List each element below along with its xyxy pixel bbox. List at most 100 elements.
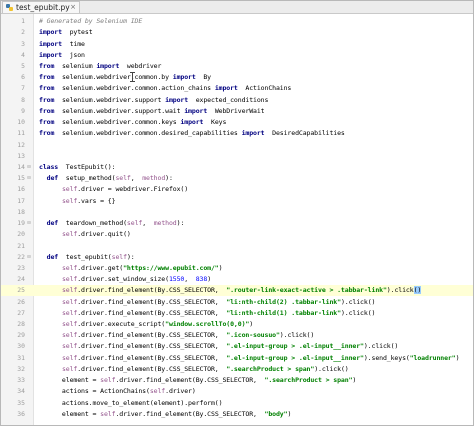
code-token: DesiredCapabilities — [264, 129, 345, 138]
code-line[interactable]: 30 self.driver.find_element(By.CSS_SELEC… — [1, 341, 473, 352]
code-text: from selenium.webdriver.common.by import… — [33, 73, 211, 81]
code-line[interactable]: 33 element = self.driver.find_element(By… — [1, 375, 473, 386]
code-editor[interactable]: 1 # Generated by Selenium IDE 2 import pyte… — [1, 14, 473, 425]
code-token: ).click() — [340, 297, 376, 306]
code-line[interactable]: 28 self.driver.execute_script("window.sc… — [1, 318, 473, 329]
line-number: 20 — [17, 230, 25, 239]
code-token: ).click() — [363, 342, 399, 351]
code-text: def test_epubit(self): — [33, 253, 135, 261]
line-number: 33 — [17, 376, 25, 385]
code-token: self — [61, 364, 78, 373]
fold-toggle-icon[interactable]: ⊟ — [25, 254, 33, 260]
code-line[interactable]: 17 self.vars = {} — [1, 195, 473, 206]
code-token: from — [39, 118, 55, 127]
code-line[interactable]: 32 self.driver.find_element(By.CSS_SELEC… — [1, 363, 473, 374]
code-line[interactable]: 6 from selenium.webdriver.common.by impor… — [1, 72, 473, 83]
code-token: self — [115, 174, 131, 183]
code-token: .driver = webdriver.Firefox() — [77, 185, 189, 194]
code-line[interactable]: 18 — [1, 206, 473, 217]
line-number: 14 — [17, 162, 25, 171]
code-line[interactable]: 3 import time — [1, 38, 473, 49]
code-line[interactable]: 19 ⊟ def teardown_method(self, method): — [1, 217, 473, 228]
code-token: ).click — [386, 286, 414, 295]
close-icon[interactable]: × — [70, 3, 76, 11]
code-token: from — [39, 129, 55, 138]
line-number: 6 — [21, 73, 25, 82]
code-line[interactable]: 22 ⊟ def test_epubit(self): — [1, 251, 473, 262]
line-number: 32 — [17, 364, 25, 373]
code-line[interactable]: 31 self.driver.find_element(By.CSS_SELEC… — [1, 352, 473, 363]
code-text: self.driver.find_element(By.CSS_SELECTOR… — [33, 297, 376, 306]
code-line[interactable]: 20 self.driver.quit() — [1, 229, 473, 240]
fold-toggle-icon[interactable]: ⊟ — [25, 164, 33, 170]
code-line[interactable]: 12 — [1, 139, 473, 150]
line-number: 5 — [21, 61, 25, 70]
code-line[interactable]: 11 from selenium.webdriver.common.desired… — [1, 128, 473, 139]
fold-toggle-icon[interactable]: ⊟ — [25, 175, 33, 181]
code-line[interactable]: 9 from selenium.webdriver.support.wait im… — [1, 105, 473, 116]
code-line[interactable]: 34 actions = ActionChains(self.driver) — [1, 386, 473, 397]
code-line[interactable]: 26 self.driver.find_element(By.CSS_SELEC… — [1, 296, 473, 307]
code-token: 1550 — [168, 275, 185, 284]
code-line[interactable]: 2 import pytest — [1, 27, 473, 38]
code-token: import — [214, 84, 238, 93]
code-token: element = — [39, 376, 101, 385]
code-token: 838 — [195, 275, 208, 284]
code-token: json — [61, 50, 85, 59]
code-token: selenium.webdriver.support.wait — [54, 106, 185, 115]
code-text: self.driver.quit() — [33, 230, 131, 238]
code-text: import json — [33, 51, 85, 59]
line-number: 36 — [17, 409, 25, 418]
code-token: () — [413, 286, 422, 295]
code-line[interactable]: 7 from selenium.webdriver.common.action_c… — [1, 83, 473, 94]
line-number: 29 — [17, 331, 25, 340]
line-number: 2 — [21, 28, 25, 37]
code-line[interactable]: 27 self.driver.find_element(By.CSS_SELEC… — [1, 307, 473, 318]
code-token: self — [61, 342, 78, 351]
code-token: .driver.find_element(By.CSS_SELECTOR, — [77, 286, 227, 295]
code-line[interactable]: 24 self.driver.set_window_size(1550, 838… — [1, 274, 473, 285]
line-number: 22 — [17, 252, 25, 261]
code-line[interactable]: 15 ⊟ def setup_method(self, method): — [1, 173, 473, 184]
code-token: .driver.find_element(By.CSS_SELECTOR, — [77, 342, 227, 351]
code-text: import pytest — [33, 28, 93, 36]
line-number: 30 — [17, 342, 25, 351]
code-token: def — [46, 174, 59, 183]
code-line[interactable]: 35 actions.move_to_element(element).perf… — [1, 397, 473, 408]
code-token: actions.move_to_element(element).perform… — [39, 398, 223, 407]
code-line[interactable]: 5 from selenium import webdriver — [1, 60, 473, 71]
editor-window: test_epubit.py × 1 # Generated by Seleniu… — [0, 0, 474, 426]
code-token: pytest — [61, 28, 93, 37]
fold-toggle-icon[interactable]: ⊟ — [25, 220, 33, 226]
code-token: import — [184, 106, 208, 115]
code-line[interactable]: 1 # Generated by Selenium IDE — [1, 16, 473, 27]
tab-test-epubit[interactable]: test_epubit.py × — [2, 1, 80, 13]
code-line[interactable]: 14 ⊟ class TestEpubit(): — [1, 161, 473, 172]
code-line[interactable]: 10 from selenium.webdriver.common.keys im… — [1, 116, 473, 127]
tab-label: test_epubit.py — [16, 3, 70, 12]
code-line[interactable]: 8 from selenium.webdriver.support import … — [1, 94, 473, 105]
code-line[interactable]: 13 — [1, 150, 473, 161]
code-line[interactable]: 36 element = self.driver.find_element(By… — [1, 408, 473, 419]
code-text: def teardown_method(self, method): — [33, 219, 185, 227]
code-token: ) — [287, 409, 292, 418]
line-number: 23 — [17, 263, 25, 272]
code-text: actions = ActionChains(self.driver) — [33, 387, 196, 395]
code-line[interactable]: 29 self.driver.find_element(By.CSS_SELEC… — [1, 330, 473, 341]
code-line[interactable]: 25 self.driver.find_element(By.CSS_SELEC… — [1, 284, 473, 296]
code-token: from — [39, 84, 55, 93]
code-line[interactable]: 4 import json — [1, 49, 473, 60]
code-token: self — [61, 353, 78, 362]
code-token: test_epubit( — [58, 252, 112, 261]
code-token: import — [180, 118, 204, 127]
code-token: ".el-input-group > .el-input__inner" — [226, 342, 364, 351]
code-line[interactable]: 23 self.driver.get("https://www.epubit.c… — [1, 262, 473, 273]
code-line[interactable]: 16 self.driver = webdriver.Firefox() — [1, 184, 473, 195]
code-line[interactable]: 21 — [1, 240, 473, 251]
code-text: self.driver.find_element(By.CSS_SELECTOR… — [33, 353, 460, 362]
code-token: .driver.find_element(By.CSS_SELECTOR, — [77, 353, 227, 362]
